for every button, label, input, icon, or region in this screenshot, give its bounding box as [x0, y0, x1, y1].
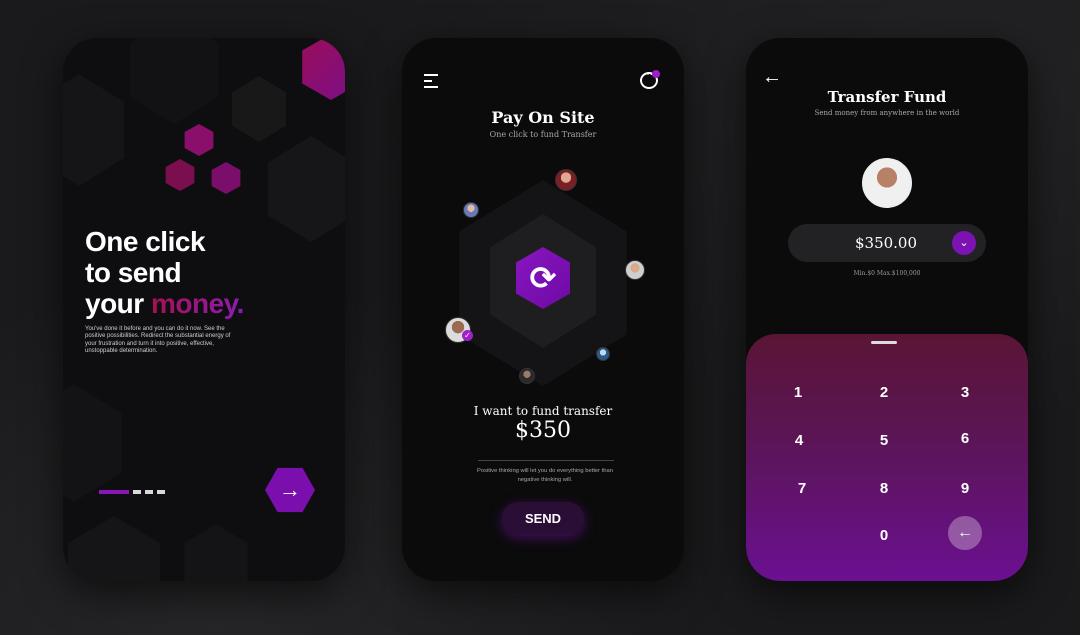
decor-hex [63, 384, 122, 502]
note-text: Positive thinking will let you do everyt… [477, 468, 613, 483]
contact-avatar[interactable] [555, 169, 577, 191]
key-8[interactable]: 8 [864, 480, 904, 497]
contact-avatar[interactable] [519, 368, 535, 384]
check-icon: ✓ [462, 330, 473, 341]
key-5[interactable]: 5 [864, 432, 904, 449]
key-9[interactable]: 9 [945, 480, 985, 497]
decor-hex [184, 524, 248, 581]
decor-hex-magenta [302, 38, 345, 100]
pay-on-site-screen: Pay On Site One click to fund Transfer ⟳… [402, 38, 684, 581]
decor-hex [267, 136, 345, 242]
fund-amount: $350 [515, 418, 571, 443]
key-7[interactable]: 7 [782, 480, 822, 497]
key-3[interactable]: 3 [945, 384, 985, 401]
drag-handle[interactable] [871, 341, 897, 344]
fund-label: I want to fund transfer [473, 404, 613, 418]
backspace-icon: ← [957, 524, 973, 541]
key-4[interactable]: 4 [779, 432, 819, 449]
recipient-avatar [862, 158, 912, 208]
divider [478, 460, 614, 461]
arrow-right-icon: → [279, 477, 301, 502]
body-text: You've done it before and you can do it … [85, 326, 231, 355]
back-arrow-icon[interactable]: ← [762, 66, 782, 89]
transfer-fund-screen: ← Transfer Fund Send money from anywhere… [746, 38, 1028, 581]
next-button[interactable]: → [265, 467, 315, 513]
number-keypad: 1 2 3 4 5 6 7 8 9 0 ← [746, 334, 1028, 581]
key-1[interactable]: 1 [778, 384, 818, 401]
contact-avatar[interactable] [596, 347, 610, 361]
headline: One click to send your money. [85, 226, 244, 319]
page-indicator [99, 490, 165, 494]
contact-avatar[interactable] [625, 260, 645, 280]
page-title: Transfer Fund [827, 88, 947, 106]
decor-hex-magenta [184, 124, 214, 156]
page-dot [157, 490, 165, 494]
decor-hex [63, 74, 124, 186]
backspace-key[interactable]: ← [948, 516, 982, 550]
key-6[interactable]: 6 [945, 430, 985, 447]
notification-dot [652, 70, 660, 78]
page-subtitle: Send money from anywhere in the world [814, 109, 960, 117]
decor-hex [68, 516, 160, 581]
swap-icon: ⟳ [529, 260, 557, 296]
amount-limits: Min.$0 Max.$100,000 [853, 270, 921, 277]
page-dot [133, 490, 141, 494]
page-dot [145, 490, 153, 494]
page-subtitle: One click to fund Transfer [489, 130, 597, 139]
contact-avatar[interactable] [463, 202, 479, 218]
key-2[interactable]: 2 [864, 384, 904, 401]
chevron-down-icon[interactable]: ⌄ [952, 231, 976, 255]
page-dot-active [99, 490, 129, 494]
key-0[interactable]: 0 [864, 527, 904, 544]
page-title: Pay On Site [491, 108, 595, 127]
decor-hex-magenta [165, 159, 195, 191]
amount-field[interactable]: $350.00 ⌄ [788, 224, 986, 262]
headline-accent: money. [150, 288, 244, 319]
menu-icon[interactable] [424, 74, 438, 92]
onboarding-screen: One click to send your money. You've don… [63, 38, 345, 581]
decor-hex [129, 38, 219, 124]
send-button[interactable]: SEND [502, 502, 584, 534]
decor-hex [232, 76, 286, 142]
decor-hex-magenta [211, 162, 241, 194]
